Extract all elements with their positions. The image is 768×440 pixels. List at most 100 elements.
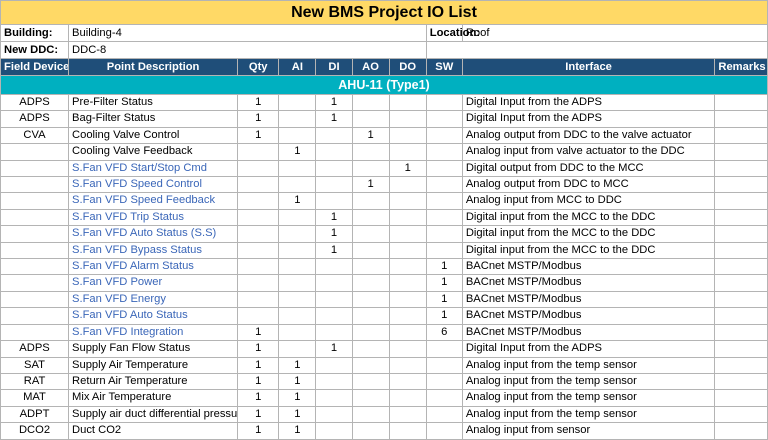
cell-interface: BACnet MSTP/Modbus xyxy=(461,307,716,325)
cell-field-device xyxy=(0,258,70,276)
cell-remarks xyxy=(714,356,768,374)
cell-ai xyxy=(278,176,317,194)
cell-sw xyxy=(425,405,463,424)
header-do: DO xyxy=(388,58,427,76)
building-value: Building-4 xyxy=(68,24,427,42)
cell-di xyxy=(315,307,353,325)
cell-field-device xyxy=(0,307,70,325)
cell-interface: Digital Input from the ADPS xyxy=(461,93,716,112)
cell-do xyxy=(388,208,427,227)
header-di: DI xyxy=(315,58,353,76)
cell-ao xyxy=(351,422,390,440)
cell-ao xyxy=(351,340,390,358)
cell-remarks xyxy=(714,192,768,210)
cell-remarks xyxy=(714,110,768,128)
cell-interface: Digital Input from the ADPS xyxy=(461,110,716,128)
cell-point-description: S.Fan VFD Speed Feedback xyxy=(68,192,239,210)
cell-sw: 1 xyxy=(425,274,463,292)
table-row: S.Fan VFD Speed Control 1 Analog output fr… xyxy=(0,176,768,194)
header-field-device: Field Device xyxy=(0,58,70,76)
cell-ao: 1 xyxy=(351,176,390,194)
cell-remarks xyxy=(714,126,768,145)
cell-qty: 1 xyxy=(237,422,280,440)
cell-qty xyxy=(237,159,280,178)
cell-do xyxy=(388,241,427,260)
cell-sw: 1 xyxy=(425,307,463,325)
cell-qty xyxy=(237,192,280,210)
table-row: ADPS Supply Fan Flow Status 1 1 Digital Inpu… xyxy=(0,340,768,358)
cell-ao xyxy=(351,389,390,407)
cell-ao xyxy=(351,93,390,112)
cell-do xyxy=(388,290,427,309)
cell-do xyxy=(388,323,427,342)
cell-remarks xyxy=(714,323,768,342)
cell-field-device xyxy=(0,176,70,194)
cell-ao: 1 xyxy=(351,126,390,145)
cell-remarks xyxy=(714,241,768,260)
cell-do: 1 xyxy=(388,159,427,178)
cell-sw xyxy=(425,93,463,112)
cell-sw xyxy=(425,389,463,407)
cell-interface: Analog input from MCC to DDC xyxy=(461,192,716,210)
cell-ao xyxy=(351,405,390,424)
cell-sw xyxy=(425,159,463,178)
ddc-value: DDC-8 xyxy=(68,41,427,59)
cell-qty: 1 xyxy=(237,389,280,407)
cell-remarks xyxy=(714,143,768,161)
cell-point-description: S.Fan VFD Start/Stop Cmd xyxy=(68,159,239,178)
header-row: Field Device Point Description Qty AI DI… xyxy=(0,58,768,76)
cell-qty xyxy=(237,307,280,325)
cell-interface: Analog input from the temp sensor xyxy=(461,389,716,407)
table-row: CVA Cooling Valve Control 1 1 Analog output … xyxy=(0,126,768,145)
cell-sw: 1 xyxy=(425,290,463,309)
cell-field-device xyxy=(0,143,70,161)
cell-interface: Analog output from DDC to MCC xyxy=(461,176,716,194)
cell-ai xyxy=(278,258,317,276)
cell-point-description: Cooling Valve Feedback xyxy=(68,143,239,161)
cell-sw xyxy=(425,372,463,391)
cell-qty xyxy=(237,225,280,243)
cell-ai xyxy=(278,340,317,358)
cell-ai xyxy=(278,159,317,178)
cell-qty: 1 xyxy=(237,405,280,424)
header-qty: Qty xyxy=(237,58,280,76)
cell-sw: 1 xyxy=(425,258,463,276)
cell-field-device: RAT xyxy=(0,372,70,391)
cell-interface: Analog input from the temp sensor xyxy=(461,372,716,391)
cell-field-device: ADPS xyxy=(0,110,70,128)
cell-interface: BACnet MSTP/Modbus xyxy=(461,274,716,292)
cell-di xyxy=(315,192,353,210)
cell-point-description: Mix Air Temperature xyxy=(68,389,239,407)
cell-ai: 1 xyxy=(278,372,317,391)
table-row: MAT Mix Air Temperature 1 1 Analog input fro… xyxy=(0,389,768,407)
io-list-body: New BMS Project IO List Building: Buildi… xyxy=(0,0,768,440)
cell-qty xyxy=(237,143,280,161)
cell-di xyxy=(315,258,353,276)
ddc-row: New DDC: DDC-8 xyxy=(0,41,768,59)
table-row: S.Fan VFD Energy 1 BACnet MSTP/Modbus xyxy=(0,290,768,309)
cell-point-description: Cooling Valve Control xyxy=(68,126,239,145)
header-interface: Interface xyxy=(461,58,716,76)
header-ao: AO xyxy=(351,58,390,76)
cell-di: 1 xyxy=(315,225,353,243)
cell-ao xyxy=(351,110,390,128)
cell-sw xyxy=(425,143,463,161)
table-row: ADPT Supply air duct differential pressur… xyxy=(0,405,768,424)
cell-do xyxy=(388,225,427,243)
cell-di xyxy=(315,323,353,342)
cell-interface: Analog input from sensor xyxy=(461,422,716,440)
table-row: S.Fan VFD Auto Status 1 BACnet MSTP/Modbus xyxy=(0,307,768,325)
cell-di xyxy=(315,422,353,440)
cell-di xyxy=(315,290,353,309)
cell-point-description: S.Fan VFD Speed Control xyxy=(68,176,239,194)
cell-field-device: SAT xyxy=(0,356,70,374)
table-row: S.Fan VFD Integration 1 6 BACnet MSTP/Modbu… xyxy=(0,323,768,342)
cell-field-device xyxy=(0,241,70,260)
cell-field-device xyxy=(0,274,70,292)
cell-field-device: DCO2 xyxy=(0,422,70,440)
cell-field-device xyxy=(0,225,70,243)
cell-do xyxy=(388,258,427,276)
cell-sw xyxy=(425,176,463,194)
cell-qty xyxy=(237,290,280,309)
cell-point-description: Pre-Filter Status xyxy=(68,93,239,112)
